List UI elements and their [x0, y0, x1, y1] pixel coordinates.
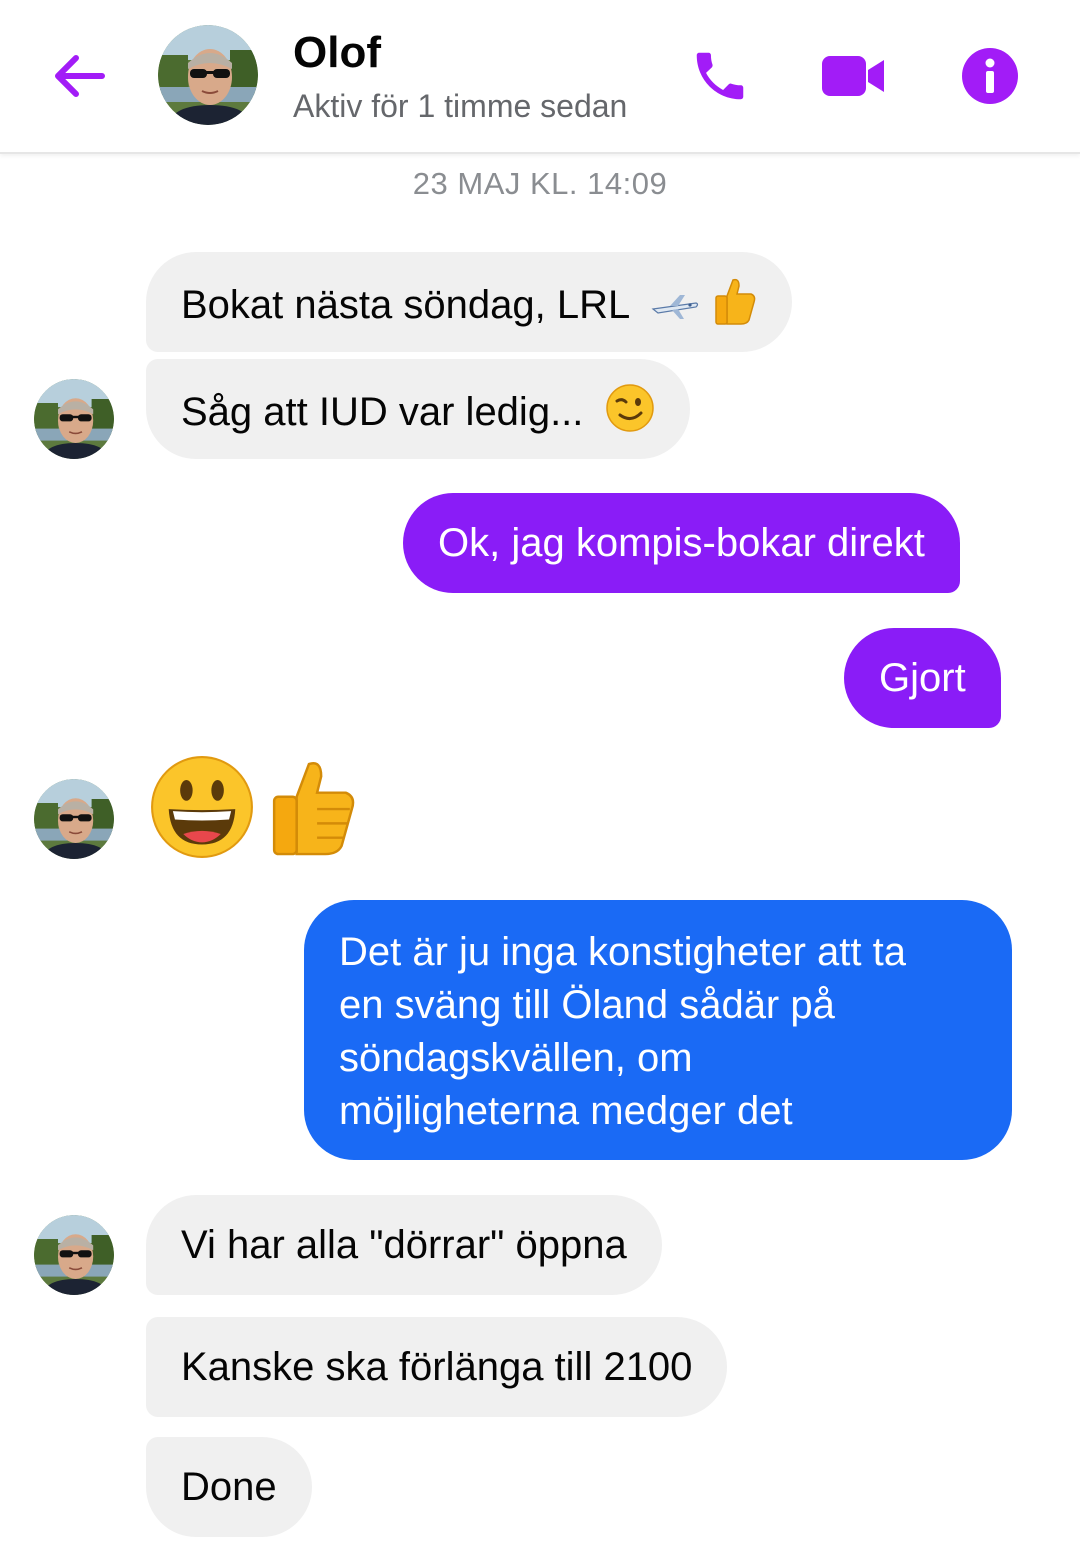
sender-avatar[interactable]	[34, 779, 114, 859]
incoming-message-bubble[interactable]: Vi har alla "dörrar" öppna	[146, 1195, 662, 1295]
messenger-conversation-screen: Olof Aktiv för 1 timme sedan 23 MAJ KL. …	[0, 0, 1080, 1555]
incoming-message-bubble[interactable]: Bokat nästa söndag, LRL	[146, 252, 792, 352]
contact-name[interactable]: Olof	[293, 26, 381, 80]
winking-face-emoji	[605, 383, 655, 446]
incoming-message-bubble[interactable]: Såg att IUD var ledig...	[146, 359, 690, 459]
incoming-message-bubble[interactable]: Done	[146, 1437, 312, 1537]
video-camera-icon	[822, 56, 884, 96]
sender-avatar[interactable]	[34, 1215, 114, 1295]
message-text: Done	[181, 1465, 277, 1509]
phone-icon	[696, 52, 744, 100]
outgoing-message-bubble[interactable]: Ok, jag kompis-bokar direkt	[403, 493, 960, 593]
grinning-face-emoji	[151, 756, 253, 858]
message-timestamp: 23 MAJ KL. 14:09	[412, 166, 668, 201]
message-text: Vi har alla "dörrar" öppna	[181, 1223, 627, 1267]
thumbs-up-emoji	[713, 276, 757, 339]
back-button[interactable]	[46, 46, 110, 106]
arrow-left-icon	[55, 55, 105, 97]
message-text-line: söndagskvällen, om	[339, 1036, 693, 1080]
message-text-line: Det är ju inga konstigheter att ta	[339, 930, 906, 974]
airplane-emoji	[650, 282, 700, 334]
contact-status: Aktiv för 1 timme sedan	[293, 88, 628, 124]
message-text-line: en sväng till Öland sådär på	[339, 983, 835, 1027]
incoming-message-bubble[interactable]: Kanske ska förlänga till 2100	[146, 1317, 728, 1417]
sender-avatar[interactable]	[34, 379, 114, 459]
message-text: Kanske ska förlänga till 2100	[181, 1345, 693, 1389]
call-button[interactable]	[684, 40, 756, 112]
emoji-message[interactable]	[150, 755, 360, 860]
message-text: Ok, jag kompis-bokar direkt	[438, 521, 925, 565]
outgoing-message-bubble[interactable]: Gjort	[844, 628, 1001, 728]
message-text-line: möjligheterna medger det	[339, 1089, 793, 1133]
conversation-header: Olof Aktiv för 1 timme sedan	[0, 0, 1080, 154]
info-icon	[962, 48, 1018, 104]
thumbs-up-emoji	[272, 762, 355, 856]
outgoing-message-bubble[interactable]: Det är ju inga konstigheter att ta en sv…	[304, 900, 1012, 1160]
video-call-button[interactable]	[818, 40, 890, 112]
message-text: Bokat nästa söndag, LRL	[181, 283, 629, 328]
info-button[interactable]	[954, 40, 1026, 112]
contact-avatar[interactable]	[158, 25, 258, 125]
message-text: Såg att IUD var ledig...	[181, 390, 584, 435]
message-text: Gjort	[879, 656, 966, 700]
